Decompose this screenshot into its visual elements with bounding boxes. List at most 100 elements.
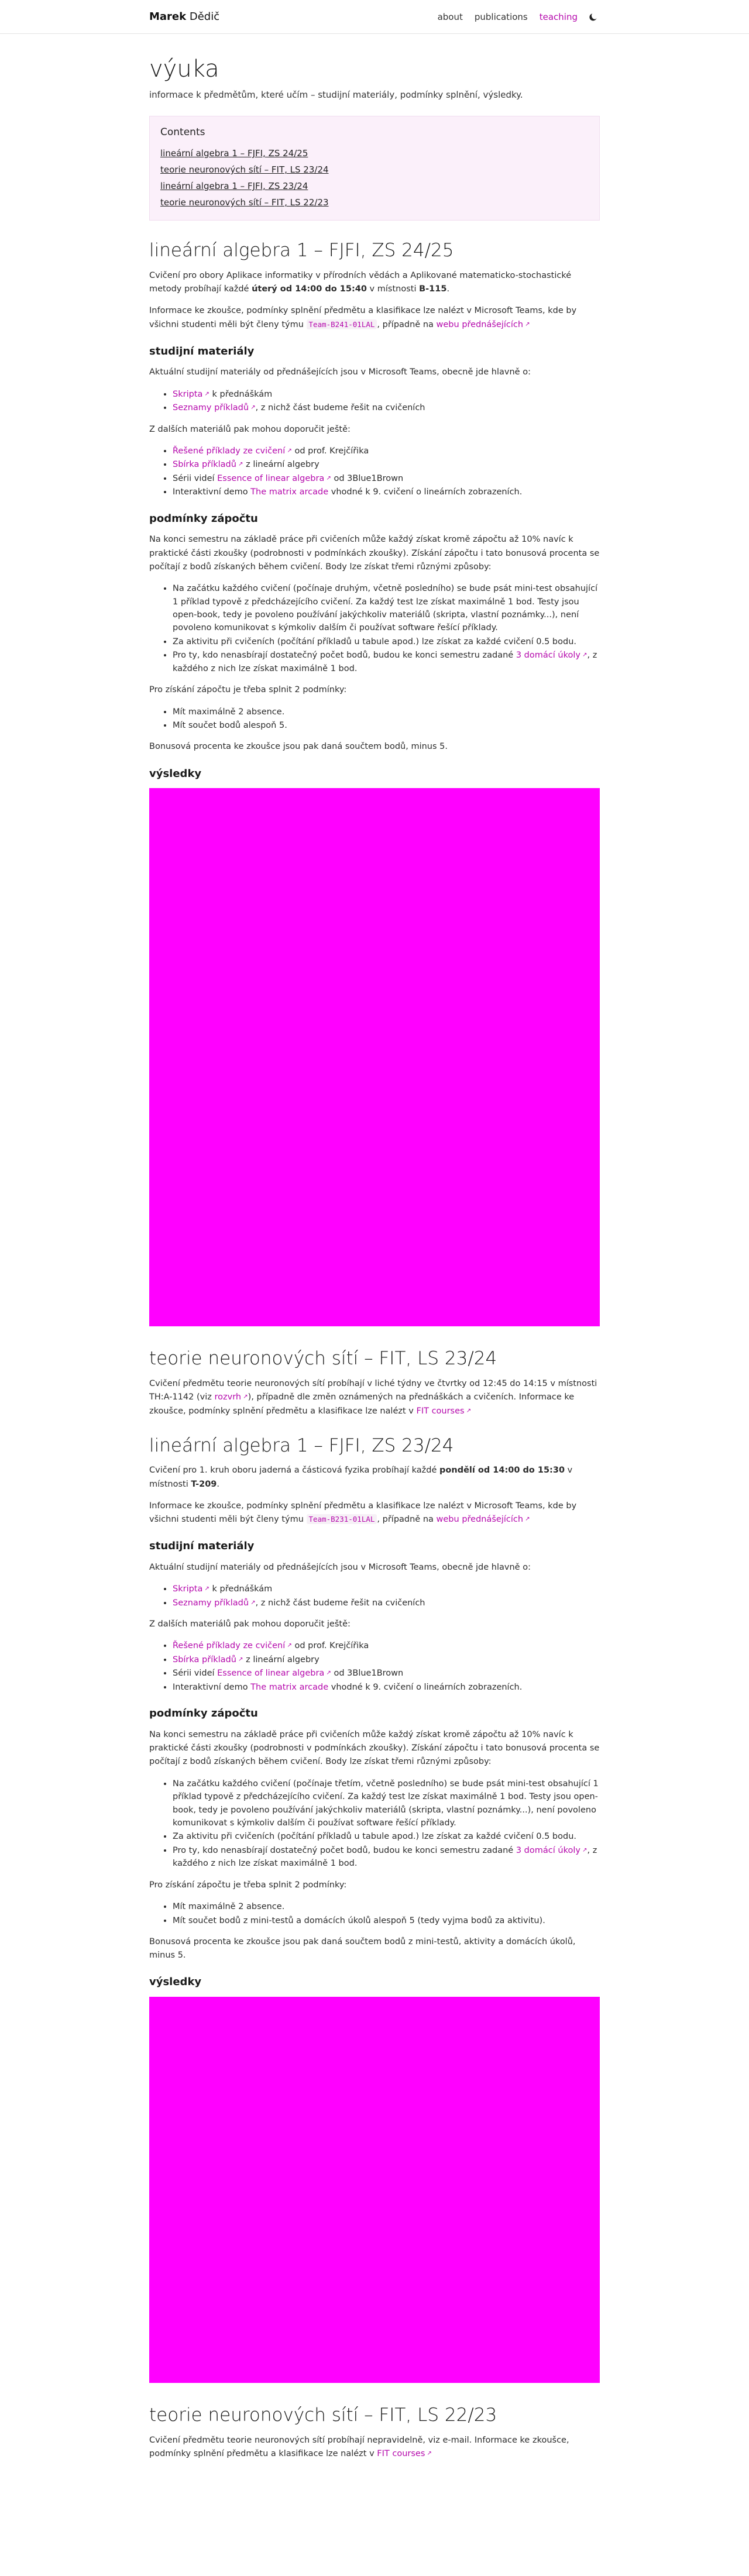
toc-link[interactable]: teorie neuronových sítí – FIT, LS 23/24 bbox=[160, 163, 589, 177]
list-item: Řešené příklady ze cvičení od prof. Krej… bbox=[173, 1639, 600, 1652]
text: od 3Blue1Brown bbox=[331, 1669, 404, 1679]
team-code: Team-B231-01LAL bbox=[306, 1514, 377, 1525]
results-embed[interactable] bbox=[149, 1997, 600, 2384]
subsection-title: podmínky zápočtu bbox=[149, 512, 258, 525]
conditions-paragraph: Na konci semestru na základě práce při c… bbox=[149, 535, 600, 572]
navbar: Marek Dědič about publications teaching bbox=[0, 0, 749, 34]
toc-link[interactable]: lineární algebra 1 – FJFI, ZS 24/25 bbox=[160, 146, 589, 160]
lecturers-web-link[interactable]: webu přednášejících bbox=[437, 320, 530, 329]
exercise-collection-link[interactable]: Sbírka příkladů bbox=[173, 460, 243, 469]
text: Interaktivní demo bbox=[173, 487, 251, 497]
requirements-intro: Pro získání zápočtu je třeba splnit 2 po… bbox=[149, 685, 347, 695]
materials-list: Skripta k přednáškám Seznamy příkladů, z… bbox=[149, 388, 600, 415]
list-item: Na začátku každého cvičení (počínaje tře… bbox=[173, 1777, 600, 1830]
section-intro: Cvičení pro obory Aplikace informatiky v… bbox=[149, 269, 600, 296]
list-item: Interaktivní demo The matrix arcade vhod… bbox=[173, 1681, 600, 1694]
text: Sérii videí bbox=[173, 1669, 218, 1679]
matrix-arcade-link[interactable]: The matrix arcade bbox=[250, 1683, 328, 1692]
section-intro: Cvičení pro 1. kruh oboru jaderná a část… bbox=[149, 1464, 600, 1491]
text: . bbox=[217, 1479, 219, 1489]
nav-link-teaching[interactable]: teaching bbox=[534, 10, 583, 24]
text: k přednáškám bbox=[209, 1584, 273, 1594]
section-title: teorie neuronových sítí – FIT, LS 22/23 bbox=[149, 2405, 497, 2426]
text: Pro ty, kdo nenasbírají dostatečný počet… bbox=[173, 1845, 516, 1855]
team-code: Team-B241-01LAL bbox=[306, 319, 377, 329]
materials-list: Skripta k přednáškám Seznamy příkladů, z… bbox=[149, 1583, 600, 1609]
subsection-title: podmínky zápočtu bbox=[149, 1707, 258, 1720]
nav-links: about publications teaching bbox=[432, 10, 600, 24]
essence-linear-algebra-link[interactable]: Essence of linear algebra bbox=[217, 474, 331, 483]
list-item: Seznamy příkladů, z nichž část budeme ře… bbox=[173, 401, 600, 414]
text: Cvičení pro 1. kruh oboru jaderná a část… bbox=[149, 1466, 440, 1476]
section-info: Informace ke zkoušce, podmínky splnění p… bbox=[149, 304, 600, 331]
section-la-2425: lineární algebra 1 – FJFI, ZS 24/25 Cvič… bbox=[149, 239, 600, 1327]
class-time: pondělí od 14:00 do 15:30 bbox=[439, 1466, 565, 1476]
exercise-collection-link[interactable]: Sbírka příkladů bbox=[173, 1655, 243, 1664]
moon-icon bbox=[589, 13, 597, 21]
text: v místnosti bbox=[366, 284, 420, 294]
exercises-list-link[interactable]: Seznamy příkladů bbox=[173, 403, 256, 412]
extra-materials-list: Řešené příklady ze cvičení od prof. Krej… bbox=[149, 1639, 600, 1694]
section-la-2324: lineární algebra 1 – FJFI, ZS 23/24 Cvič… bbox=[149, 1435, 600, 2384]
lecturers-web-link[interactable]: webu přednášejících bbox=[437, 1515, 530, 1524]
page-title: výuka bbox=[149, 56, 219, 82]
matrix-arcade-link[interactable]: The matrix arcade bbox=[250, 487, 328, 497]
subsection-title: výsledky bbox=[149, 1976, 202, 1989]
nav-link-about[interactable]: about bbox=[432, 10, 469, 24]
fit-courses-link[interactable]: FIT courses bbox=[377, 2449, 432, 2458]
text: , z nichž část budeme řešit na cvičeních bbox=[255, 1598, 425, 1608]
fit-courses-link[interactable]: FIT courses bbox=[416, 1406, 471, 1416]
list-item: Sbírka příkladů z lineární algebry bbox=[173, 1653, 600, 1666]
skripta-link[interactable]: Skripta bbox=[173, 1584, 209, 1594]
main-content: výuka informace k předmětům, které učím … bbox=[149, 34, 600, 2492]
text: k přednáškám bbox=[209, 389, 273, 399]
list-item: Za aktivitu při cvičeních (počítání přík… bbox=[173, 635, 600, 648]
nav-link-publications[interactable]: publications bbox=[469, 10, 534, 24]
extra-materials-list: Řešené příklady ze cvičení od prof. Krej… bbox=[149, 445, 600, 499]
materials-intro: Aktuální studijní materiály od přednášej… bbox=[149, 1563, 531, 1573]
bonus-paragraph: Bonusová procenta ke zkoušce jsou pak da… bbox=[149, 1937, 576, 1961]
theme-toggle-button[interactable] bbox=[587, 11, 600, 23]
list-item: Mít maximálně 2 absence. bbox=[173, 1900, 600, 1913]
text: vhodné k 9. cvičení o lineárních zobraze… bbox=[328, 1682, 523, 1692]
toc-link[interactable]: teorie neuronových sítí – FIT, LS 22/23 bbox=[160, 195, 589, 209]
site-brand[interactable]: Marek Dědič bbox=[149, 9, 219, 26]
conditions-list: Na začátku každého cvičení (počínaje dru… bbox=[149, 582, 600, 675]
table-of-contents: Contents lineární algebra 1 – FJFI, ZS 2… bbox=[149, 116, 600, 221]
list-item: Na začátku každého cvičení (počínaje dru… bbox=[173, 582, 600, 635]
subsection-title: výsledky bbox=[149, 767, 202, 780]
list-item: Interaktivní demo The matrix arcade vhod… bbox=[173, 486, 600, 498]
list-item: Skripta k přednáškám bbox=[173, 388, 600, 401]
solved-examples-link[interactable]: Řešené příklady ze cvičení bbox=[173, 446, 292, 456]
list-item: Seznamy příkladů, z nichž část budeme ře… bbox=[173, 1597, 600, 1609]
requirements-list: Mít maximálně 2 absence. Mít součet bodů… bbox=[149, 1900, 600, 1927]
text: od prof. Krejčířika bbox=[291, 446, 369, 456]
text: z lineární algebry bbox=[243, 460, 319, 470]
section-title: lineární algebra 1 – FJFI, ZS 24/25 bbox=[149, 240, 454, 262]
list-item: Mít součet bodů z mini-testů a domácích … bbox=[173, 1914, 600, 1927]
text: , případně na bbox=[377, 319, 437, 329]
text: , případně na bbox=[377, 1515, 437, 1525]
homework-link[interactable]: 3 domácí úkoly bbox=[516, 1846, 587, 1855]
text: Pro ty, kdo nenasbírají dostatečný počet… bbox=[173, 651, 516, 661]
list-item: Za aktivitu při cvičeních (počítání přík… bbox=[173, 1830, 600, 1843]
homework-link[interactable]: 3 domácí úkoly bbox=[516, 651, 587, 660]
list-item: Sérii videí Essence of linear algebra od… bbox=[173, 472, 600, 485]
section-info: Informace ke zkoušce, podmínky splnění p… bbox=[149, 1499, 600, 1526]
skripta-link[interactable]: Skripta bbox=[173, 390, 209, 399]
list-item: Skripta k přednáškám bbox=[173, 1583, 600, 1595]
text: od 3Blue1Brown bbox=[331, 473, 404, 483]
results-embed[interactable] bbox=[149, 788, 600, 1327]
essence-linear-algebra-link[interactable]: Essence of linear algebra bbox=[217, 1669, 331, 1678]
text: vhodné k 9. cvičení o lineárních zobraze… bbox=[328, 487, 523, 497]
text: Cvičení předmětu teorie neuronových sítí… bbox=[149, 2435, 569, 2459]
section-intro: Cvičení předmětu teorie neuronových sítí… bbox=[149, 1377, 600, 1418]
schedule-link[interactable]: rozvrh bbox=[214, 1392, 248, 1402]
class-time: úterý od 14:00 do 15:40 bbox=[252, 284, 367, 294]
text: z lineární algebry bbox=[243, 1655, 319, 1664]
exercises-list-link[interactable]: Seznamy příkladů bbox=[173, 1598, 256, 1608]
solved-examples-link[interactable]: Řešené příklady ze cvičení bbox=[173, 1641, 292, 1650]
toc-link[interactable]: lineární algebra 1 – FJFI, ZS 23/24 bbox=[160, 179, 589, 193]
list-item: Sbírka příkladů z lineární algebry bbox=[173, 458, 600, 471]
section-nn-2223: teorie neuronových sítí – FIT, LS 22/23 … bbox=[149, 2404, 600, 2461]
